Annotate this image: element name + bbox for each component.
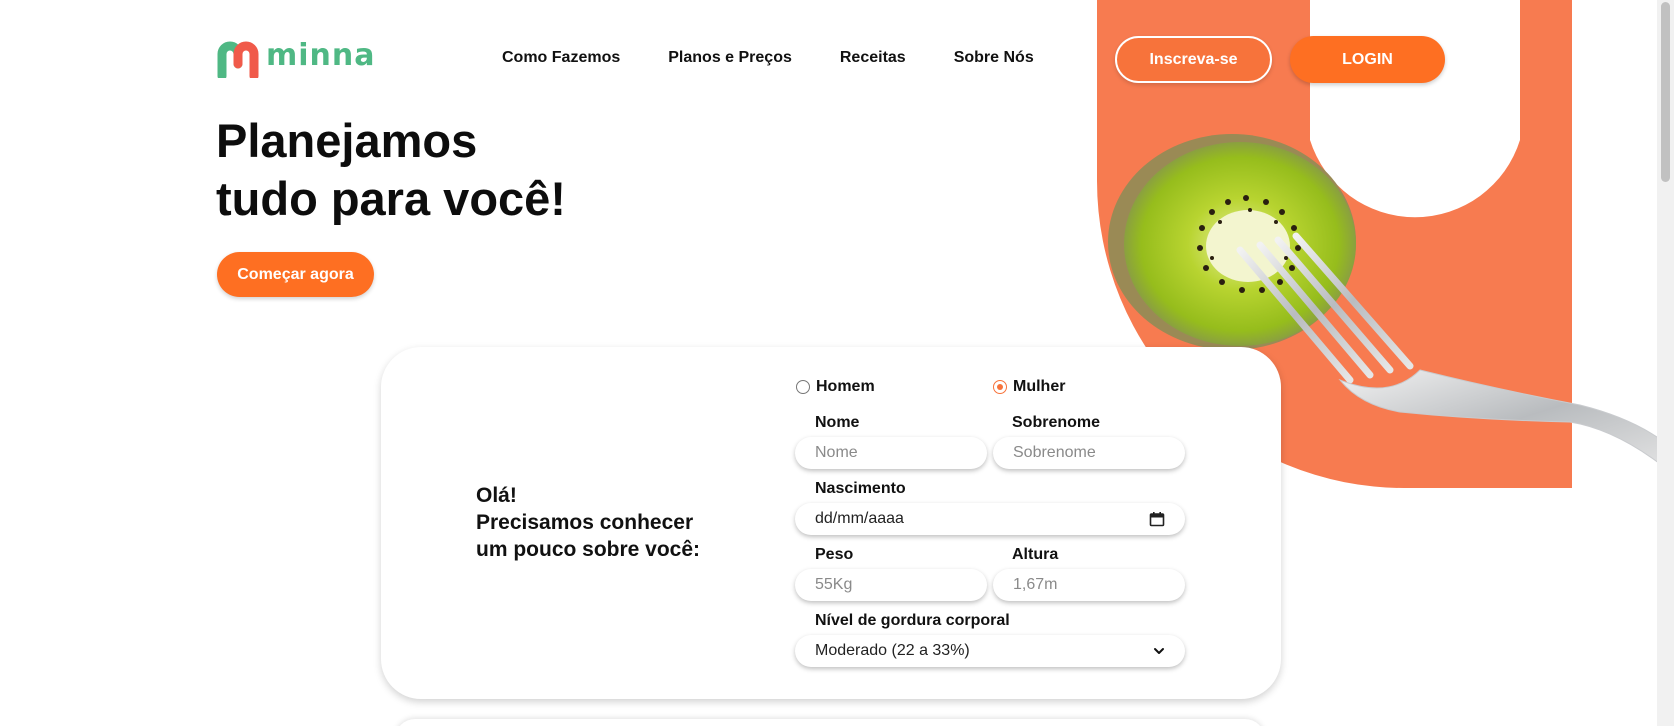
nome-label: Nome bbox=[815, 414, 860, 431]
minna-logo[interactable]: minna bbox=[216, 40, 376, 78]
gordura-label: Nível de gordura corporal bbox=[815, 612, 1010, 629]
nav-item-receitas[interactable]: Receitas bbox=[840, 49, 906, 67]
altura-label: Altura bbox=[1012, 546, 1059, 563]
signup-button[interactable]: Inscreva-se bbox=[1115, 36, 1272, 83]
hero-title-line2: tudo para você! bbox=[216, 172, 566, 225]
chevron-down-icon bbox=[1154, 648, 1164, 654]
sobrenome-label: Sobrenome bbox=[1012, 414, 1101, 431]
radio-homem-label: Homem bbox=[816, 378, 875, 395]
radio-mulher-circle[interactable] bbox=[993, 380, 1007, 394]
main-nav: Como Fazemos Planos e Preços Receitas So… bbox=[502, 49, 1034, 67]
nav-item-como-fazemos[interactable]: Como Fazemos bbox=[502, 49, 620, 67]
login-button[interactable]: LOGIN bbox=[1290, 36, 1445, 83]
logo-mark-icon bbox=[217, 41, 259, 78]
nascimento-label: Nascimento bbox=[815, 480, 906, 497]
form-intro-text: Olá! Precisamos conhecer um pouco sobre … bbox=[476, 482, 700, 563]
intro-line1: Olá! bbox=[476, 484, 517, 507]
hero-title: Planejamos tudo para você! bbox=[216, 112, 566, 228]
nascimento-placeholder: dd/mm/aaaa bbox=[815, 510, 904, 527]
logo-wordmark: minna bbox=[266, 38, 376, 73]
nome-input[interactable] bbox=[795, 437, 987, 469]
start-now-button[interactable]: Começar agora bbox=[217, 252, 374, 297]
altura-input[interactable] bbox=[993, 569, 1185, 601]
gordura-select[interactable]: Moderado (22 a 33%) bbox=[795, 635, 1185, 667]
sobrenome-input[interactable] bbox=[993, 437, 1185, 469]
radio-homem-circle[interactable] bbox=[796, 380, 810, 394]
next-card bbox=[395, 719, 1265, 726]
gender-radio-mulher[interactable]: Mulher bbox=[993, 378, 1065, 396]
intro-line3: um pouco sobre você: bbox=[476, 538, 701, 561]
nascimento-date-input[interactable]: dd/mm/aaaa bbox=[795, 503, 1185, 535]
intro-line2: Precisamos conhecer bbox=[476, 511, 694, 534]
radio-mulher-label: Mulher bbox=[1013, 378, 1066, 395]
calendar-icon[interactable] bbox=[1149, 511, 1165, 527]
peso-label: Peso bbox=[815, 546, 854, 563]
nav-item-planos-e-precos[interactable]: Planos e Preços bbox=[668, 49, 792, 67]
hero-title-line1: Planejamos bbox=[216, 114, 478, 167]
gender-radio-homem[interactable]: Homem bbox=[796, 378, 875, 396]
nav-item-sobre-nos[interactable]: Sobre Nós bbox=[954, 49, 1034, 67]
gordura-selected-value: Moderado (22 a 33%) bbox=[815, 642, 970, 659]
peso-input[interactable] bbox=[795, 569, 987, 601]
scrollbar-thumb[interactable] bbox=[1661, 2, 1670, 182]
